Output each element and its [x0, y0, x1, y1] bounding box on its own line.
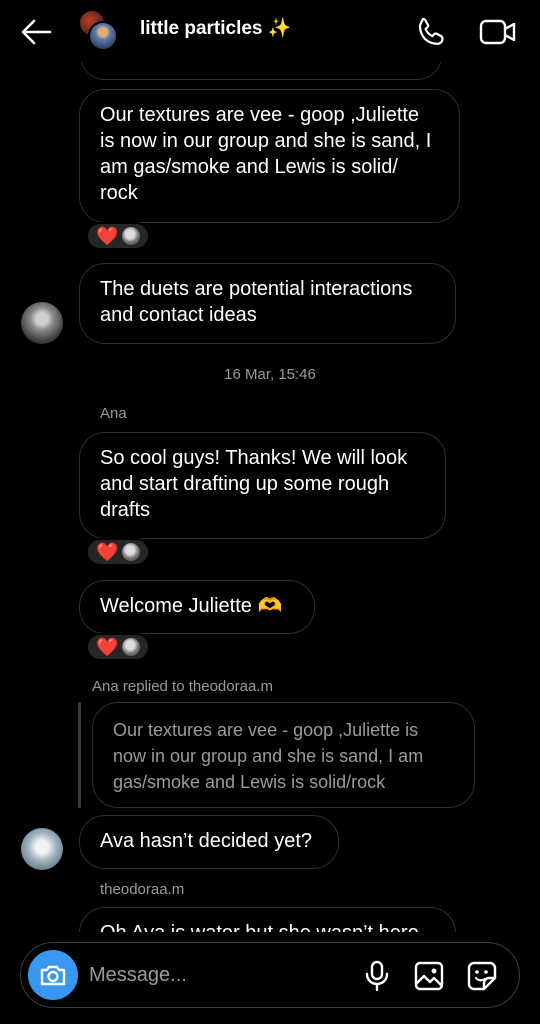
message-bubble[interactable]: Our textures are vee - goop ,Juliette is…	[79, 89, 460, 223]
group-avatar-member-2	[88, 21, 118, 51]
reply-label: Ana replied to theodoraa.m	[92, 678, 273, 695]
phone-icon	[418, 17, 444, 45]
timestamp: 16 Mar, 15:46	[224, 366, 316, 383]
image-gallery-icon	[414, 961, 444, 991]
message-composer	[20, 942, 520, 1008]
video-camera-icon	[479, 19, 516, 45]
quoted-message-text: Our textures are vee - goop ,Juliette is…	[113, 720, 424, 792]
sticker-button[interactable]	[465, 959, 499, 993]
voice-call-button[interactable]	[414, 14, 450, 50]
heart-reaction-icon: ❤️	[96, 637, 119, 657]
sender-name: theodoraa.m	[100, 881, 185, 898]
reply-indicator-line	[78, 702, 81, 808]
reaction-badge[interactable]: ❤️	[86, 633, 151, 661]
message-text: Ava hasn’t decided yet?	[100, 830, 313, 852]
sticker-icon	[467, 961, 497, 991]
voice-message-button[interactable]	[361, 959, 393, 993]
message-text: Welcome Juliette 🫶	[100, 595, 283, 617]
reaction-badge[interactable]: ❤️	[86, 538, 151, 566]
video-call-button[interactable]	[478, 14, 518, 50]
back-button[interactable]	[16, 14, 56, 50]
microphone-icon	[365, 960, 389, 992]
message-input[interactable]	[89, 959, 349, 991]
message-bubble[interactable]: The duets are potential interactions and…	[79, 263, 456, 344]
message-text: So cool guys! Thanks! We will look and s…	[100, 447, 408, 521]
message-text: The duets are potential interactions and…	[100, 278, 413, 326]
camera-icon	[40, 965, 66, 986]
chat-title[interactable]: little particles ✨	[140, 16, 291, 40]
message-text: Our textures are vee - goop ,Juliette is…	[100, 104, 432, 204]
message-thread[interactable]: Our textures are vee - goop ,Juliette is…	[0, 0, 540, 932]
message-bubble[interactable]: So cool guys! Thanks! We will look and s…	[79, 432, 446, 539]
message-bubble[interactable]: Ava hasn’t decided yet?	[79, 815, 339, 869]
chat-header: little particles ✨	[0, 0, 540, 62]
arrow-left-icon	[21, 19, 52, 45]
sender-avatar[interactable]	[21, 828, 63, 870]
camera-button[interactable]	[28, 950, 78, 1000]
gallery-button[interactable]	[413, 959, 445, 993]
reactor-avatar	[122, 227, 141, 245]
sender-avatar[interactable]	[21, 302, 63, 344]
heart-reaction-icon: ❤️	[96, 542, 119, 562]
reaction-badge[interactable]: ❤️	[86, 222, 151, 250]
heart-reaction-icon: ❤️	[96, 226, 119, 246]
group-avatar[interactable]	[78, 9, 122, 53]
reactor-avatar	[122, 638, 141, 656]
message-text: Oh Ava is water but she wasn’t here	[100, 922, 419, 932]
quoted-message-bubble[interactable]: Our textures are vee - goop ,Juliette is…	[92, 702, 475, 808]
message-bubble-partial-bottom[interactable]: Oh Ava is water but she wasn’t here	[79, 907, 456, 932]
reactor-avatar	[122, 543, 141, 561]
sender-name: Ana	[100, 405, 127, 422]
message-bubble[interactable]: Welcome Juliette 🫶	[79, 580, 315, 634]
